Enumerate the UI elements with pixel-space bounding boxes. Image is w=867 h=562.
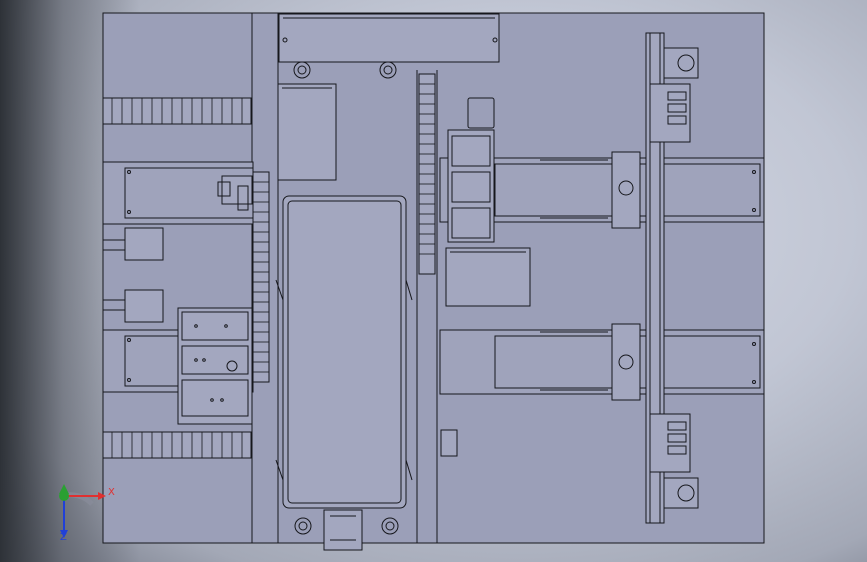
z-axis-label: Z (60, 532, 67, 543)
cable-chain-left-top (102, 97, 252, 125)
cable-chain-left-bottom (102, 431, 252, 459)
small-bracket-bottom (440, 429, 458, 457)
machine-top-view-drawing[interactable] (0, 0, 867, 562)
control-box-upper (277, 83, 337, 181)
cad-viewport[interactable]: X Y Z (0, 0, 867, 562)
cable-chain-vertical (418, 73, 436, 275)
cable-chain-left-vertical (252, 171, 270, 383)
axis-triad: X Y Z (48, 482, 118, 544)
control-box-right (445, 247, 531, 307)
central-carrier (275, 195, 413, 509)
right-linear-module-bottom (439, 329, 765, 395)
left-slide-table (177, 307, 253, 425)
x-axis-label: X (108, 487, 115, 498)
top-cover-box (278, 13, 500, 63)
